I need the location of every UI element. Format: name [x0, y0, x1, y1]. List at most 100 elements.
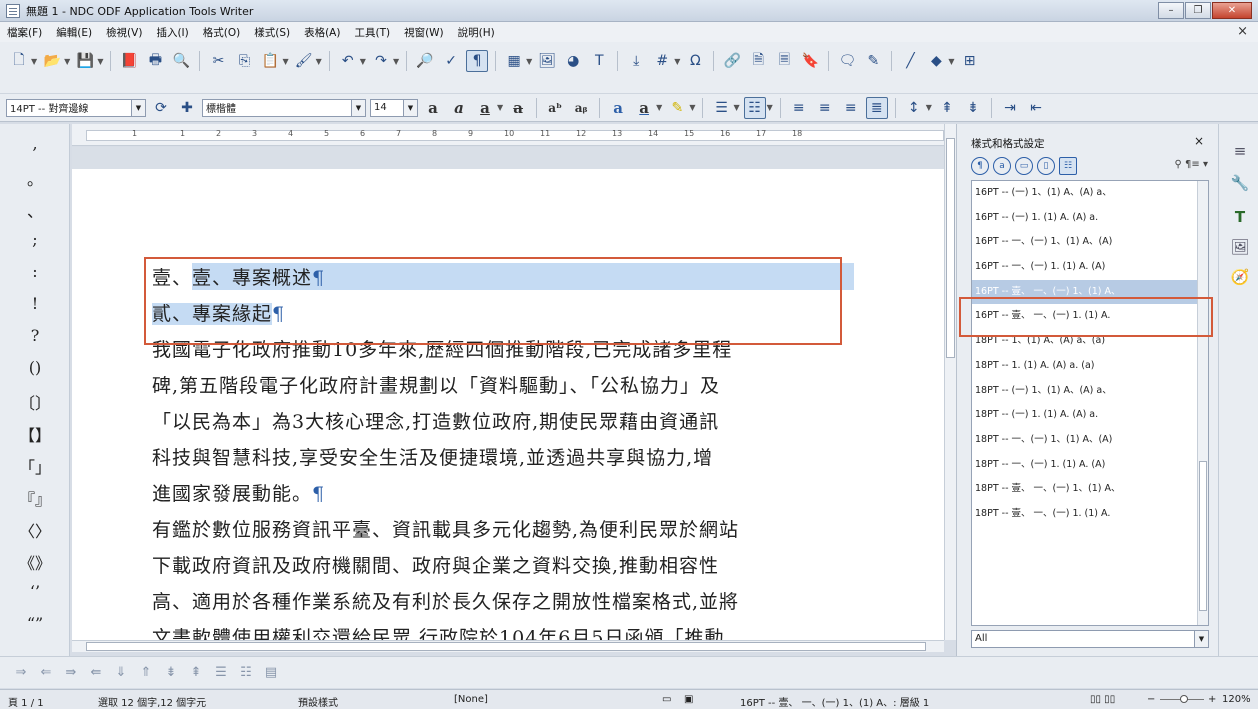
- cut-icon[interactable]: ✂: [207, 50, 229, 72]
- demote-with-subpoints-icon[interactable]: ⇛: [62, 664, 80, 682]
- page-style[interactable]: 預設樣式: [298, 694, 338, 709]
- bullets-and-numbering-icon[interactable]: ▤: [262, 664, 280, 682]
- punctuation-button[interactable]: ‘’: [0, 582, 70, 601]
- copy-icon[interactable]: ⎘: [233, 50, 255, 72]
- punctuation-button[interactable]: “”: [0, 614, 70, 633]
- paragraph-line[interactable]: 碑,第五階段電子化政府計畫規劃以「資料驅動」、「公私協力」及: [152, 371, 720, 398]
- chevron-down-icon[interactable]: ▼: [656, 103, 662, 112]
- properties-wrench-icon[interactable]: 🔧: [1229, 172, 1251, 194]
- punctuation-button[interactable]: 〈〉: [0, 518, 70, 542]
- menu-table[interactable]: 表格(A): [297, 25, 347, 40]
- move-up-icon[interactable]: ⇑: [137, 664, 155, 682]
- undo-icon[interactable]: ↶: [337, 50, 359, 72]
- punctuation-button[interactable]: ,: [0, 134, 70, 153]
- chevron-down-icon[interactable]: ▼: [97, 57, 103, 66]
- font-color-icon[interactable]: a: [633, 99, 655, 117]
- chevron-down-icon[interactable]: ▼: [393, 57, 399, 66]
- underline-icon[interactable]: a: [474, 99, 496, 117]
- punctuation-button[interactable]: 〔〕: [0, 390, 70, 414]
- strikethrough-icon[interactable]: a: [507, 99, 529, 117]
- align-left-icon[interactable]: ≡: [788, 97, 810, 119]
- punctuation-button[interactable]: !: [0, 294, 70, 313]
- draw-functions-icon[interactable]: ⊞: [959, 50, 981, 72]
- chevron-down-icon[interactable]: ▼: [674, 57, 680, 66]
- list-styles-icon[interactable]: ☷: [1059, 157, 1077, 175]
- chevron-down-icon[interactable]: ▼: [316, 57, 322, 66]
- chevron-down-icon[interactable]: ▼: [689, 103, 695, 112]
- formatting-marks-icon[interactable]: ¶: [466, 50, 489, 72]
- chevron-down-icon[interactable]: ▼: [31, 57, 37, 66]
- paste-icon[interactable]: 📋: [259, 50, 281, 72]
- punctuation-button[interactable]: 。: [0, 166, 70, 190]
- paragraph-line[interactable]: 科技與智慧科技,享受安全生活及便捷環境,並透過共享與協力,增: [152, 443, 713, 470]
- decrease-paragraph-spacing-icon[interactable]: ⇟: [962, 97, 984, 119]
- punctuation-button[interactable]: 『』: [0, 486, 70, 510]
- restart-numbering-icon[interactable]: ☷: [237, 664, 255, 682]
- zoom-out-icon[interactable]: −: [1147, 694, 1155, 705]
- demote-icon[interactable]: ⇒: [12, 664, 30, 682]
- bookmark-icon[interactable]: 🔖: [799, 50, 821, 72]
- gallery-icon[interactable]: 🖼: [1229, 236, 1251, 258]
- redo-icon[interactable]: ↷: [370, 50, 392, 72]
- punctuation-button[interactable]: 《》: [0, 550, 70, 574]
- justify-icon[interactable]: ≣: [865, 96, 888, 119]
- increase-indent-icon[interactable]: ⇥: [999, 97, 1021, 119]
- numbered-list-icon[interactable]: ☷: [743, 96, 766, 119]
- character-styles-icon[interactable]: a: [993, 157, 1011, 175]
- selection-mode-icon[interactable]: ▭: [662, 694, 671, 705]
- line-spacing-icon[interactable]: ↕: [903, 97, 925, 119]
- style-item[interactable]: 18PT -- 一、(一) 1. (1) A. (A): [972, 453, 1208, 478]
- superscript-icon[interactable]: aᵇ: [544, 101, 566, 115]
- comment-icon[interactable]: 🗨: [836, 50, 858, 72]
- menu-view[interactable]: 檢視(V): [99, 25, 149, 40]
- find-replace-icon[interactable]: 🔎: [414, 50, 436, 72]
- chevron-down-icon[interactable]: ▼: [131, 99, 145, 116]
- chevron-down-icon[interactable]: ▼: [497, 103, 503, 112]
- navigator-icon[interactable]: 🧭: [1229, 266, 1251, 288]
- paragraph-line[interactable]: 進國家發展動能。¶: [152, 479, 325, 506]
- scrollbar-thumb[interactable]: [946, 138, 955, 358]
- insert-field-icon[interactable]: #: [651, 50, 673, 72]
- punctuation-button[interactable]: :: [0, 262, 70, 281]
- vertical-scrollbar[interactable]: [944, 124, 956, 640]
- clone-formatting-icon[interactable]: 🖌: [293, 50, 315, 72]
- paragraph-styles-icon[interactable]: ¶: [971, 157, 989, 175]
- basic-shapes-icon[interactable]: ◆: [925, 50, 947, 72]
- page-count[interactable]: 頁 1 / 1: [8, 694, 44, 709]
- italic-icon[interactable]: a: [448, 99, 470, 117]
- style-list-scrollbar[interactable]: [1197, 181, 1208, 625]
- menu-file[interactable]: 檔案(F): [0, 25, 49, 40]
- menu-styles[interactable]: 樣式(S): [247, 25, 297, 40]
- minimize-button[interactable]: –: [1158, 2, 1184, 19]
- punctuation-button[interactable]: 【】: [0, 422, 70, 446]
- line-icon[interactable]: ╱: [899, 50, 921, 72]
- chevron-down-icon[interactable]: ▼: [733, 103, 739, 112]
- chevron-down-icon[interactable]: ▼: [526, 57, 532, 66]
- punctuation-button[interactable]: (): [0, 358, 70, 377]
- paragraph-line[interactable]: 文書軟體使用權利交還給民眾,行政院於104年6月5日函頒「推動: [152, 623, 724, 640]
- insert-textbox-icon[interactable]: T: [588, 50, 610, 72]
- horizontal-scrollbar[interactable]: [72, 640, 944, 652]
- style-item[interactable]: 18PT -- 1. (1) A. (A) a. (a): [972, 354, 1208, 379]
- punctuation-button[interactable]: 「」: [0, 454, 70, 478]
- frame-styles-icon[interactable]: ▭: [1015, 157, 1033, 175]
- style-item[interactable]: 18PT -- 壹、 一、(一) 1、(1) A、: [972, 477, 1208, 502]
- page-styles-icon[interactable]: ▯: [1037, 157, 1055, 175]
- chevron-down-icon[interactable]: ▼: [767, 103, 773, 112]
- document-page[interactable]: 壹、壹、專案概述¶ 貳、專案緣起¶ 我國電子化政府推動10多年來,歷經四個推動階…: [72, 169, 944, 640]
- endnote-icon[interactable]: 🗏: [773, 50, 795, 72]
- font-name-select[interactable]: 標楷體 ▼: [202, 98, 366, 117]
- clear-formatting-icon[interactable]: a: [607, 99, 629, 117]
- menu-edit[interactable]: 編輯(E): [49, 25, 99, 40]
- insert-image-icon[interactable]: 🖼: [536, 50, 558, 72]
- print-icon[interactable]: 🖶: [144, 50, 166, 72]
- view-layout-icon[interactable]: ▯▯ ▯▯: [1090, 694, 1115, 705]
- style-item[interactable]: 16PT -- 一、(一) 1. (1) A. (A): [972, 255, 1208, 280]
- move-down-with-subpoints-icon[interactable]: ⇟: [162, 664, 180, 682]
- chevron-down-icon[interactable]: ▼: [282, 57, 288, 66]
- style-item[interactable]: 16PT -- (一) 1、(1) A、(A) a、: [972, 181, 1208, 206]
- align-center-icon[interactable]: ≡: [814, 97, 836, 119]
- close-document-icon[interactable]: ×: [1237, 24, 1248, 39]
- zoom-slider-knob[interactable]: [1180, 695, 1188, 703]
- punctuation-button[interactable]: ;: [0, 230, 70, 249]
